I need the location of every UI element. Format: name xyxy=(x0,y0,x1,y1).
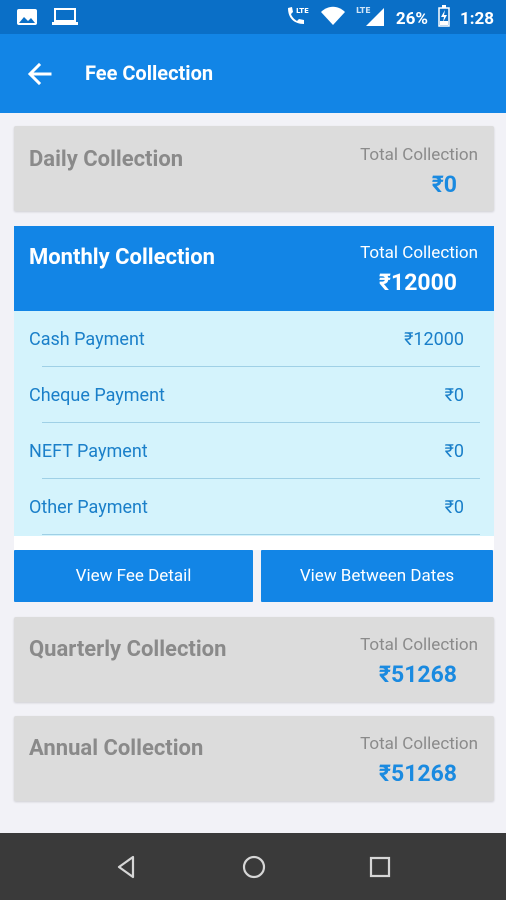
quarterly-collection-card[interactable]: Quarterly Collection Total Collection ₹5… xyxy=(14,617,494,702)
total-collection-amount: ₹0 xyxy=(431,171,457,198)
total-collection-label: Total Collection xyxy=(360,243,478,263)
payment-value: ₹12000 xyxy=(404,329,464,350)
list-item: Cash Payment ₹12000 xyxy=(14,311,494,367)
list-item: Other Payment ₹0 xyxy=(14,479,494,535)
laptop-icon xyxy=(52,8,78,30)
system-nav-bar xyxy=(0,833,506,900)
back-triangle-icon[interactable] xyxy=(113,853,141,881)
total-collection-amount: ₹51268 xyxy=(378,661,457,688)
divider xyxy=(42,534,480,535)
card-title: Daily Collection xyxy=(29,147,184,172)
total-collection-amount: ₹12000 xyxy=(378,269,457,296)
payment-value: ₹0 xyxy=(444,385,464,406)
clock-time: 1:28 xyxy=(459,8,494,29)
annual-collection-card[interactable]: Annual Collection Total Collection ₹5126… xyxy=(14,716,494,801)
payment-value: ₹0 xyxy=(444,441,464,462)
payment-label: NEFT Payment xyxy=(29,441,148,462)
total-collection-label: Total Collection xyxy=(360,635,478,655)
battery-icon xyxy=(438,5,450,32)
total-collection-label: Total Collection xyxy=(360,145,478,165)
total-collection-amount: ₹51268 xyxy=(378,760,457,787)
image-icon xyxy=(16,8,38,30)
page-title: Fee Collection xyxy=(85,61,214,85)
phone-lte-icon: LTE xyxy=(284,5,310,32)
back-arrow-icon[interactable] xyxy=(26,60,54,88)
wifi-icon xyxy=(320,6,346,31)
view-between-dates-button[interactable]: View Between Dates xyxy=(261,550,493,602)
view-fee-detail-button[interactable]: View Fee Detail xyxy=(14,550,253,602)
total-collection-label: Total Collection xyxy=(360,734,478,754)
payment-breakdown: Cash Payment ₹12000 Cheque Payment ₹0 NE… xyxy=(14,311,494,536)
payment-label: Cash Payment xyxy=(29,329,145,350)
app-bar: Fee Collection xyxy=(0,34,506,113)
card-title: Monthly Collection xyxy=(29,245,215,270)
daily-collection-card[interactable]: Daily Collection Total Collection ₹0 xyxy=(14,126,494,211)
recents-square-icon[interactable] xyxy=(366,853,394,881)
payment-value: ₹0 xyxy=(444,497,464,518)
spacer xyxy=(14,536,494,550)
battery-percent: 26% xyxy=(395,8,428,29)
list-item: Cheque Payment ₹0 xyxy=(14,367,494,423)
lte-label-2: LTE xyxy=(356,6,371,15)
status-bar: LTE LTE 26% 1:28 xyxy=(0,0,506,34)
card-title: Annual Collection xyxy=(29,736,204,761)
list-item: NEFT Payment ₹0 xyxy=(14,423,494,479)
payment-label: Cheque Payment xyxy=(29,385,165,406)
payment-label: Other Payment xyxy=(29,497,148,518)
home-circle-icon[interactable] xyxy=(240,853,268,881)
card-title: Quarterly Collection xyxy=(29,637,227,662)
lte-label: LTE xyxy=(296,7,309,15)
monthly-collection-card[interactable]: Monthly Collection Total Collection ₹120… xyxy=(14,226,494,311)
signal-icon: LTE xyxy=(356,5,386,32)
